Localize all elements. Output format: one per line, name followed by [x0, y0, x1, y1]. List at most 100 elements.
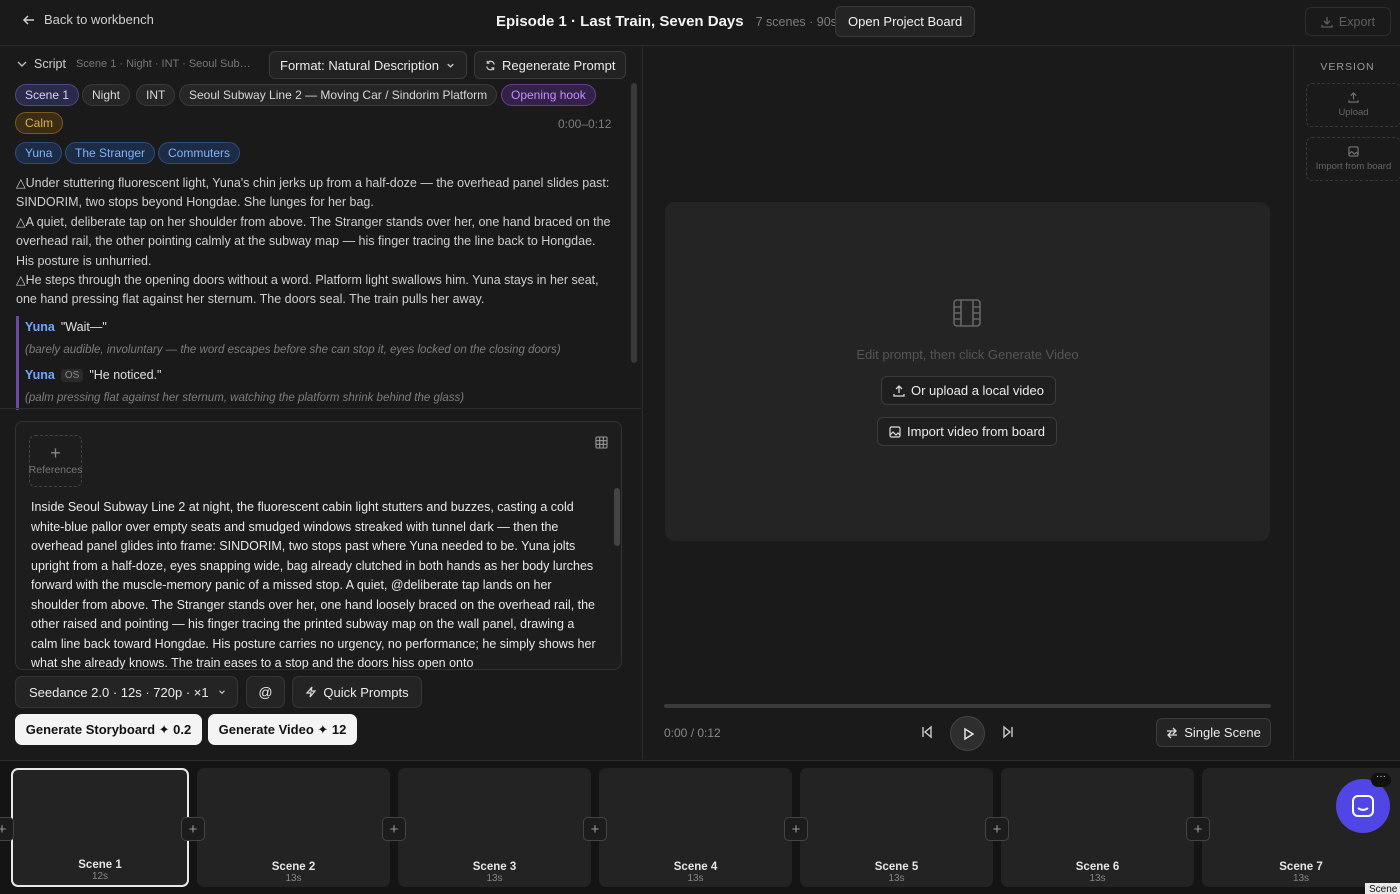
play-button[interactable]: [950, 716, 985, 751]
dialogue-parenthetical: (barely audible, involuntary — the word …: [25, 344, 561, 356]
generate-video-button[interactable]: Generate Video ✦ 12: [208, 714, 357, 745]
insert-scene-button[interactable]: +: [181, 817, 205, 841]
dialogue-block: Yuna "Wait—" (barely audible, involuntar…: [16, 316, 616, 364]
insert-scene-button[interactable]: +: [1186, 817, 1210, 841]
insert-scene-button[interactable]: +: [784, 817, 808, 841]
swap-icon: [1167, 727, 1178, 738]
character-tag-yuna[interactable]: Yuna: [15, 142, 63, 164]
skip-previous-icon[interactable]: [920, 725, 934, 739]
version-import-button[interactable]: Import from board: [1306, 137, 1400, 181]
tag-int[interactable]: INT: [136, 84, 176, 106]
scene-card-name: Scene 7: [1279, 861, 1323, 873]
import-board-label: Import video from board: [907, 424, 1046, 439]
insert-scene-button[interactable]: +: [0, 817, 14, 841]
scene-card-2[interactable]: Scene 2 13s: [197, 768, 390, 887]
scene-tooltip: Scene: [1365, 883, 1400, 894]
mention-button[interactable]: @: [246, 676, 285, 708]
export-button[interactable]: Export: [1305, 7, 1391, 36]
insert-scene-button[interactable]: +: [985, 817, 1009, 841]
video-progress-bar[interactable]: [664, 704, 1271, 708]
single-scene-button[interactable]: Single Scene: [1156, 718, 1271, 747]
arrow-left-icon: [22, 14, 34, 25]
tag-mood[interactable]: Calm: [15, 112, 64, 134]
quick-prompts-button[interactable]: Quick Prompts: [292, 676, 422, 708]
play-icon: [963, 727, 974, 740]
generate-storyboard-button[interactable]: Generate Storyboard ✦ 0.2: [15, 714, 202, 745]
insert-scene-button[interactable]: +: [382, 817, 406, 841]
references-label: References: [28, 464, 83, 476]
plus-icon: +: [1193, 820, 1203, 838]
dialogue-text: "He noticed.": [89, 368, 162, 382]
scene-card-name: Scene 4: [673, 861, 718, 873]
prompt-text[interactable]: Inside Seoul Subway Line 2 at night, the…: [31, 498, 601, 669]
upload-icon: [893, 384, 905, 397]
grid-icon[interactable]: [595, 436, 608, 449]
plus-icon: +: [50, 443, 61, 463]
dialogue-line: Yuna OS "He noticed.": [25, 364, 616, 386]
scene-card-4[interactable]: Scene 4 13s: [599, 768, 792, 887]
action-line: △Under stuttering fluorescent light, Yun…: [16, 176, 610, 210]
script-section-toggle[interactable]: Script Scene 1 · Night · INT · Seoul Sub…: [16, 57, 254, 71]
scene-card-duration: 13s: [888, 873, 905, 884]
scene-timeline: Scene 1 12s Scene 2 13s Scene 3 13s Scen…: [0, 760, 1400, 894]
dialogue-line: Yuna "Wait—": [25, 316, 616, 338]
import-video-from-board-button[interactable]: Import video from board: [877, 417, 1058, 446]
image-import-icon: [889, 425, 901, 438]
version-panel: VERSION Upload Import from board: [1293, 47, 1400, 759]
regenerate-label: Regenerate Prompt: [502, 57, 616, 73]
back-to-workbench-link[interactable]: Back to workbench: [22, 12, 154, 27]
version-upload-button[interactable]: Upload: [1306, 83, 1400, 127]
scene-card-1[interactable]: Scene 1 12s: [11, 768, 189, 887]
plus-icon: +: [590, 820, 600, 838]
tag-scene[interactable]: Scene 1: [15, 84, 80, 106]
scene-card-duration: 13s: [687, 873, 704, 884]
plus-icon: +: [992, 820, 1002, 838]
divider: [0, 408, 641, 409]
refresh-icon: [486, 60, 495, 70]
version-import-label: Import from board: [1315, 161, 1392, 172]
script-scrollbar[interactable]: [631, 83, 637, 363]
prompt-editor[interactable]: + References Inside Seoul Subway Line 2 …: [15, 421, 622, 670]
episode-header: Episode 1 · Last Train, Seven Days 7 sce…: [496, 13, 837, 30]
open-project-board-button[interactable]: Open Project Board: [835, 6, 976, 37]
upload-local-label: Or upload a local video: [911, 383, 1044, 398]
plus-icon: +: [0, 821, 6, 838]
scene-card-duration: 13s: [285, 873, 302, 884]
plus-icon: +: [188, 820, 198, 838]
scene-card-5[interactable]: Scene 5 13s: [800, 768, 993, 887]
character-tag-stranger[interactable]: The Stranger: [65, 142, 156, 164]
single-scene-label: Single Scene: [1184, 725, 1261, 740]
tag-location[interactable]: Seoul Subway Line 2 — Moving Car / Sindo…: [179, 84, 498, 106]
script-label: Script: [34, 57, 66, 71]
chat-support-button[interactable]: [1336, 779, 1390, 833]
character-tag-commuters[interactable]: Commuters: [158, 142, 241, 164]
video-panel: Edit prompt, then click Generate Video O…: [644, 47, 1292, 759]
quick-prompts-label: Quick Prompts: [323, 684, 409, 700]
prompt-scrollbar[interactable]: [614, 488, 620, 546]
chevron-down-icon: [447, 63, 454, 68]
insert-scene-button[interactable]: +: [583, 817, 607, 841]
episode-title: Episode 1 · Last Train, Seven Days: [496, 13, 744, 30]
dialogue-speaker: Yuna: [25, 368, 55, 382]
format-dropdown[interactable]: Format: Natural Description: [269, 51, 467, 79]
tag-time[interactable]: Night: [82, 84, 131, 106]
skip-next-icon[interactable]: [1001, 725, 1015, 739]
references-button[interactable]: + References: [29, 435, 82, 487]
scene-card-6[interactable]: Scene 6 13s: [1001, 768, 1194, 887]
plus-icon: +: [389, 820, 399, 838]
scene-card-3[interactable]: Scene 3 13s: [398, 768, 591, 887]
upload-local-video-button[interactable]: Or upload a local video: [881, 376, 1056, 405]
action-lines: △Under stuttering fluorescent light, Yun…: [16, 174, 616, 310]
more-options-icon[interactable]: ···: [1371, 772, 1391, 787]
version-upload-label: Upload: [1338, 107, 1369, 118]
model-settings-dropdown[interactable]: Seedance 2.0 · 12s · 720p · ×1: [15, 676, 238, 708]
tag-opening-hook[interactable]: Opening hook: [501, 84, 596, 106]
download-icon: [1321, 16, 1333, 28]
dialogue-block: Yuna OS "He noticed." (palm pressing fla…: [16, 364, 616, 410]
plus-icon: +: [791, 820, 801, 838]
scene-card-name: Scene 5: [874, 861, 919, 873]
chevron-down-icon: [17, 61, 27, 67]
scene-card-duration: 13s: [486, 873, 503, 884]
regenerate-prompt-button[interactable]: Regenerate Prompt: [474, 51, 627, 79]
chevron-down-icon: [218, 690, 225, 695]
